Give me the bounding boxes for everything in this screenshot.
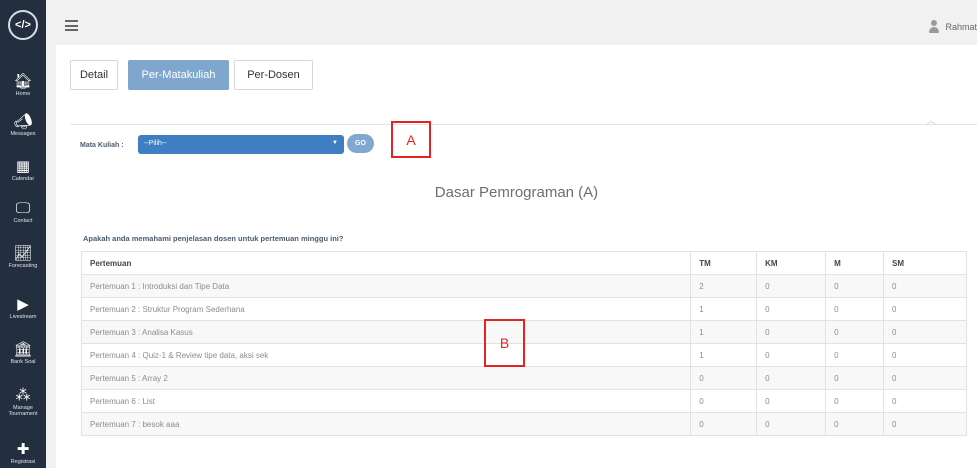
table-cell: Pertemuan 5 : Array 2 (80, 366, 692, 390)
table-cell: 0 (825, 412, 885, 436)
column-header: SM (883, 251, 967, 275)
bank-icon: 🏛︎ (13, 340, 33, 358)
column-header: KM (756, 251, 827, 275)
column-header: M (825, 251, 885, 275)
table-cell: 0 (690, 412, 758, 436)
sidebar-item-manage-tournament[interactable]: ⁂ Manage Tournament (0, 387, 46, 417)
table-cell: 0 (756, 412, 827, 436)
table-cell: Pertemuan 2 : Struktur Program Sederhana (80, 297, 692, 321)
table-cell: Pertemuan 1 : Introduksi dan Tipe Data (80, 274, 692, 298)
user-avatar-icon (929, 20, 940, 33)
table-cell: 0 (756, 389, 827, 413)
table-cell: 0 (883, 412, 967, 436)
sidebar: </> 🏠︎ Home 📣︎ Messages ▦ Calendar 🖵 Con… (0, 0, 46, 468)
line-chart-icon: 📈︎ (13, 244, 33, 262)
logo-code-icon[interactable]: </> (8, 10, 38, 40)
table-cell: 1 (690, 343, 758, 367)
table-row: Pertemuan 2 : Struktur Program Sederhana… (80, 297, 967, 321)
calendar-icon: ▦ (15, 157, 31, 175)
table-row: Pertemuan 7 : besok aaa 0 0 0 0 (80, 412, 967, 436)
table-cell: 0 (825, 274, 885, 298)
sidebar-item-label: Home (15, 91, 31, 97)
sidebar-item-label: Bank Soal (10, 359, 36, 365)
table-cell: 0 (756, 343, 827, 367)
table-cell: 0 (883, 343, 967, 367)
table-cell: Pertemuan 6 : List (80, 389, 692, 413)
sidebar-item-bank-soal[interactable]: 🏛︎ Bank Soal (0, 341, 46, 365)
monitor-icon: 🖵 (15, 199, 31, 217)
table-row: Pertemuan 5 : Array 2 0 0 0 0 (80, 366, 967, 390)
table-header-row: Pertemuan TM KM M SM (80, 251, 967, 275)
sidebar-item-label: Manage Tournament (8, 405, 38, 417)
sidebar-item-calendar[interactable]: ▦ Calendar (0, 158, 46, 182)
mata-kuliah-select[interactable]: --Pilih-- ▼ (138, 135, 344, 154)
tab-per-dosen[interactable]: Per-Dosen (234, 60, 313, 90)
table-cell: 0 (883, 297, 967, 321)
sidebar-item-registrasi[interactable]: ✚ Registrasi (0, 441, 46, 465)
tab-per-matakuliah[interactable]: Per-Matakuliah (128, 60, 229, 90)
table-cell: 0 (883, 320, 967, 344)
sidebar-item-forecasting[interactable]: 📈︎ Forecasting (0, 245, 46, 269)
sidebar-item-label: Forecasting (8, 263, 38, 269)
question-text: Apakah anda memahami penjelasan dosen un… (83, 234, 344, 243)
table-cell: 2 (690, 274, 758, 298)
home-icon: 🏠︎ (13, 72, 33, 90)
table-cell: 0 (825, 343, 885, 367)
column-header: TM (690, 251, 758, 275)
sidebar-item-label: Messages (10, 131, 36, 137)
tab-detail[interactable]: Detail (70, 60, 118, 90)
table-cell: 0 (825, 297, 885, 321)
table-cell: Pertemuan 7 : besok aaa (80, 412, 692, 436)
table-cell: 0 (756, 366, 827, 390)
divider (70, 124, 977, 125)
table-cell: 0 (825, 320, 885, 344)
table-row: Pertemuan 1 : Introduksi dan Tipe Data 2… (80, 274, 967, 298)
column-header: Pertemuan (80, 251, 692, 275)
sidebar-item-label: Contact (13, 218, 33, 224)
play-icon: ▶ (17, 295, 29, 313)
tabs-bar: Detail Per-Matakuliah Per-Dosen (56, 45, 977, 97)
sidebar-item-messages[interactable]: 📣︎ Messages (0, 113, 46, 137)
table-cell: 0 (883, 389, 967, 413)
chevron-down-icon: ▼ (332, 140, 338, 146)
table-cell: 0 (883, 366, 967, 390)
select-value: --Pilih-- (144, 140, 167, 147)
sidebar-item-home[interactable]: 🏠︎ Home (0, 73, 46, 97)
table-row: Pertemuan 6 : List 0 0 0 0 (80, 389, 967, 413)
table-cell: Pertemuan 3 : Analisa Kasus (80, 320, 692, 344)
table-cell: 0 (756, 297, 827, 321)
megaphone-icon: 📣︎ (13, 112, 33, 130)
username: Rahmat (945, 21, 977, 32)
user-menu[interactable]: Rahmat (929, 20, 977, 33)
plus-icon: ✚ (16, 440, 30, 458)
go-button[interactable]: GO (347, 134, 374, 153)
table-cell: 1 (690, 297, 758, 321)
sidebar-item-label: Registrasi (10, 459, 36, 465)
table-cell: 0 (690, 389, 758, 413)
top-navbar: Rahmat (46, 0, 977, 45)
course-title: Dasar Pemrograman (A) (434, 184, 599, 201)
table-cell: 0 (690, 366, 758, 390)
share-nodes-icon: ⁂ (15, 386, 31, 404)
sidebar-item-livestream[interactable]: ▶ Livestream (0, 296, 46, 320)
sidebar-item-contact[interactable]: 🖵 Contact (0, 200, 46, 224)
hamburger-menu-icon[interactable] (65, 20, 78, 31)
table-cell: 0 (825, 366, 885, 390)
content-panel: ︿ Mata Kuliah : --Pilih-- ▼ GO A Dasar P… (56, 97, 977, 468)
table-cell: 0 (883, 274, 967, 298)
table-cell: 0 (825, 389, 885, 413)
sidebar-item-label: Livestream (9, 314, 37, 320)
table-cell: Pertemuan 4 : Quiz-1 & Review tipe data,… (80, 343, 692, 367)
sidebar-item-label: Calendar (11, 176, 35, 182)
table-cell: 1 (690, 320, 758, 344)
mata-kuliah-label: Mata Kuliah : (80, 142, 124, 149)
annotation-box-b: B (484, 319, 525, 367)
annotation-box-a: A (391, 121, 431, 158)
table-cell: 0 (756, 274, 827, 298)
table-cell: 0 (756, 320, 827, 344)
